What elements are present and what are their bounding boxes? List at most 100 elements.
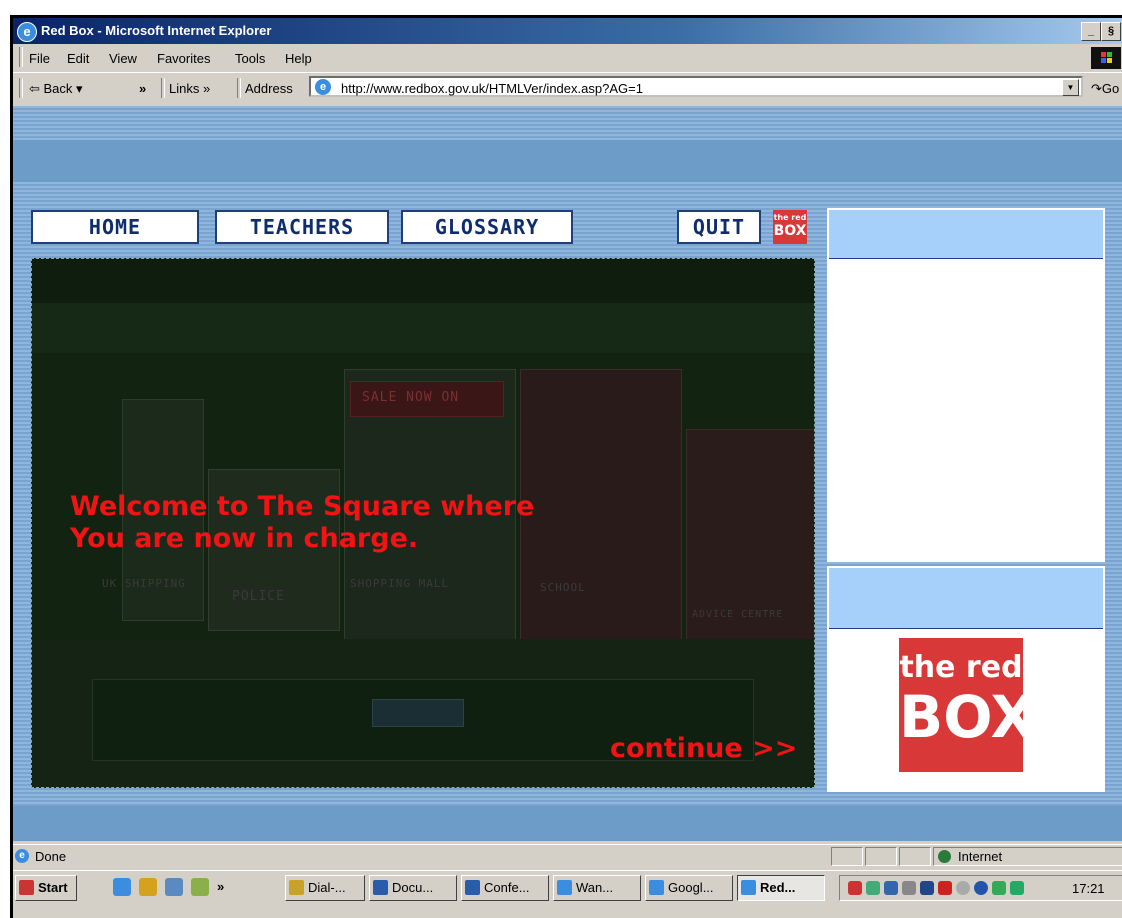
ie-icon	[557, 880, 572, 895]
address-label: Address	[245, 81, 293, 96]
separator	[161, 78, 165, 98]
menu-edit[interactable]: Edit	[67, 51, 89, 66]
desktop-quicklaunch-icon[interactable]	[165, 878, 183, 896]
links-button[interactable]: Links »	[169, 81, 210, 96]
word-icon	[465, 880, 480, 895]
address-url[interactable]: http://www.redbox.gov.uk/HTMLVer/index.a…	[341, 81, 643, 96]
logo-panel-header	[829, 568, 1103, 629]
tray-icon[interactable]	[884, 881, 898, 895]
task-redbox[interactable]: Red...	[737, 875, 825, 901]
task-conference[interactable]: Confe...	[461, 875, 549, 901]
status-bar: e Done Internet	[13, 844, 1122, 869]
status-text: Done	[35, 849, 67, 864]
start-button[interactable]: Start	[15, 875, 77, 901]
menu-file[interactable]: File	[29, 51, 50, 66]
police-sign: POLICE	[232, 589, 285, 604]
logo-panel: the red BOX	[827, 566, 1105, 792]
welcome-line-2: You are now in charge.	[70, 523, 419, 554]
page-content: HOME TEACHERS GLOSSARY QUIT the red BOX …	[13, 106, 1122, 841]
ie-icon	[741, 880, 756, 895]
small-logo-bottom: BOX	[773, 223, 807, 239]
task-label: Dial-...	[308, 880, 346, 895]
tray-icon[interactable]	[866, 881, 880, 895]
quicklaunch-chevron[interactable]: »	[217, 879, 224, 894]
status-cell	[899, 847, 931, 866]
task-wan[interactable]: Wan...	[553, 875, 641, 901]
welcome-line-1: Welcome to The Square where	[70, 491, 535, 522]
menu-favorites[interactable]: Favorites	[157, 51, 210, 66]
nav-teachers[interactable]: TEACHERS	[215, 210, 389, 244]
title-bar: e Red Box - Microsoft Internet Explorer …	[13, 18, 1122, 44]
tray-icon[interactable]	[1010, 881, 1024, 895]
toolbar-chevron[interactable]: »	[139, 81, 146, 96]
small-logo-top: the red	[773, 213, 807, 222]
ie-icon: e	[17, 22, 37, 42]
clock[interactable]: 17:21	[1072, 881, 1105, 896]
menu-tools[interactable]: Tools	[235, 51, 265, 66]
separator	[237, 78, 241, 98]
speaker-icon[interactable]	[902, 881, 916, 895]
sky	[32, 303, 814, 353]
windows-flag-icon	[19, 880, 34, 895]
nav-quit[interactable]: QUIT	[677, 210, 761, 244]
sale-sign: SALE NOW ON	[362, 390, 460, 405]
window-title: Red Box - Microsoft Internet Explorer	[41, 23, 272, 38]
scene-stage[interactable]: SALE NOW ON POLICE SHOPPING MALL SCHOOL …	[31, 258, 815, 788]
browser-window: e Red Box - Microsoft Internet Explorer …	[10, 15, 1122, 918]
edit-quicklaunch-icon[interactable]	[191, 878, 209, 896]
info-panel	[827, 208, 1105, 562]
address-field[interactable]: e http://www.redbox.gov.uk/HTMLVer/index…	[309, 76, 1083, 97]
advice-sign: ADVICE CENTRE	[692, 609, 784, 620]
ie-quicklaunch-icon[interactable]	[113, 878, 131, 896]
outlook-quicklaunch-icon[interactable]	[139, 878, 157, 896]
task-label: Googl...	[668, 880, 714, 895]
task-dial[interactable]: Dial-...	[285, 875, 365, 901]
bottom-band	[13, 806, 1122, 841]
chevron-down-icon[interactable]: ▼	[1062, 79, 1079, 96]
status-cell	[865, 847, 897, 866]
zone-text: Internet	[958, 849, 1003, 864]
zone-cell: Internet	[933, 847, 1122, 866]
menu-help[interactable]: Help	[285, 51, 312, 66]
maximize-button[interactable]: §	[1101, 22, 1121, 41]
ie-icon	[649, 880, 664, 895]
stage-header	[32, 259, 814, 304]
task-label: Red...	[760, 880, 796, 895]
task-google[interactable]: Googl...	[645, 875, 733, 901]
continue-link[interactable]: continue >>	[610, 733, 797, 764]
task-document[interactable]: Docu...	[369, 875, 457, 901]
minimize-button[interactable]: _	[1081, 22, 1101, 41]
page-icon: e	[15, 849, 29, 863]
big-redbox-logo: the red BOX	[899, 638, 1036, 772]
taskbar: Start » Dial-... Docu... Confe... Wan...…	[13, 870, 1122, 907]
globe-icon	[938, 850, 951, 863]
tray-icon[interactable]	[956, 881, 970, 895]
tray-icon[interactable]	[938, 881, 952, 895]
word-icon	[373, 880, 388, 895]
address-toolbar: ⇦ Back ▾ » Links » Address e http://www.…	[13, 72, 1122, 103]
small-redbox-logo[interactable]: the red BOX	[773, 210, 807, 244]
tray-icon[interactable]	[992, 881, 1006, 895]
start-label: Start	[38, 880, 68, 895]
windows-logo-icon	[1091, 47, 1121, 69]
tray-icon[interactable]	[920, 881, 934, 895]
big-logo-bottom: BOX	[899, 683, 1036, 751]
tray-icon[interactable]	[974, 881, 988, 895]
grip	[19, 47, 23, 67]
go-button[interactable]: ↷Go	[1091, 81, 1119, 97]
system-tray: 17:21	[839, 875, 1122, 901]
nav-home[interactable]: HOME	[31, 210, 199, 244]
task-label: Docu...	[392, 880, 434, 895]
menu-view[interactable]: View	[109, 51, 137, 66]
page-icon: e	[315, 79, 331, 95]
grip	[19, 78, 23, 98]
tray-icon[interactable]	[848, 881, 862, 895]
big-logo-top: the red	[899, 650, 1023, 685]
back-button[interactable]: ⇦ Back ▾	[29, 81, 83, 97]
nav-glossary[interactable]: GLOSSARY	[401, 210, 573, 244]
info-panel-header	[829, 210, 1103, 259]
fountain	[372, 699, 464, 727]
folder-icon	[289, 880, 304, 895]
shopping-sign: SHOPPING MALL	[350, 577, 450, 590]
advice-centre-building	[686, 429, 814, 671]
